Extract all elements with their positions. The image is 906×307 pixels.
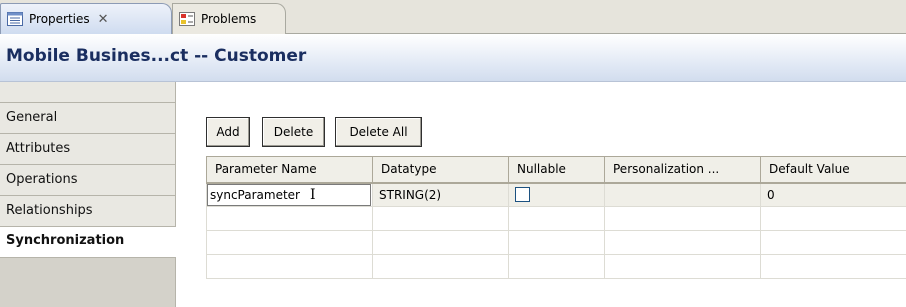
column-header-nullable[interactable]: Nullable (508, 156, 605, 184)
table-row[interactable]: syncParameter I STRING(2) 0 (206, 182, 906, 207)
nav-item-operations[interactable]: Operations (0, 164, 176, 195)
sync-parameters-table: Parameter Name Datatype Nullable Persona… (206, 156, 906, 283)
empty-cell[interactable] (372, 230, 509, 255)
parameter-name-cell[interactable]: syncParameter I (206, 182, 373, 207)
nav-item-label: Relationships (6, 203, 93, 218)
text-cursor-icon: I (310, 186, 316, 203)
properties-view-icon (7, 12, 23, 26)
nav-item-synchronization[interactable]: Synchronization (0, 226, 176, 257)
empty-cell[interactable] (604, 230, 761, 255)
nav-empty-area (0, 257, 176, 307)
nav-item-attributes[interactable]: Attributes (0, 133, 176, 164)
nav-item-label: Operations (6, 172, 78, 187)
default-value-cell[interactable]: 0 (760, 182, 906, 207)
nav-item-relationships[interactable]: Relationships (0, 195, 176, 226)
empty-cell[interactable] (372, 206, 509, 231)
nav-item-general[interactable]: General (0, 102, 176, 133)
table-row[interactable] (206, 230, 906, 255)
parameter-name-value: syncParameter (210, 187, 300, 202)
empty-cell[interactable] (206, 230, 373, 255)
empty-cell[interactable] (760, 206, 906, 231)
delete-all-button[interactable]: Delete All (335, 117, 422, 147)
tab-properties[interactable]: Properties ✕ (0, 3, 172, 34)
tab-problems[interactable]: Problems (172, 3, 286, 34)
tab-problems-label: Problems (201, 12, 257, 26)
nullable-checkbox[interactable] (515, 187, 530, 203)
table-header-row: Parameter Name Datatype Nullable Persona… (206, 156, 906, 184)
properties-sections-nav: General Attributes Operations Relationsh… (0, 82, 176, 307)
empty-cell[interactable] (508, 254, 605, 279)
nav-item-label: General (6, 110, 58, 125)
delete-button[interactable]: Delete (262, 117, 325, 147)
add-button[interactable]: Add (206, 117, 250, 147)
empty-cell[interactable] (604, 254, 761, 279)
properties-header: Mobile Busines...ct -- Customer (0, 34, 906, 82)
problems-view-icon (179, 12, 195, 26)
empty-cell[interactable] (604, 206, 761, 231)
table-row[interactable] (206, 206, 906, 231)
view-tab-strip: Properties ✕ Problems (0, 0, 906, 34)
close-icon[interactable]: ✕ (98, 12, 109, 27)
column-header-personalization[interactable]: Personalization ... (604, 156, 761, 184)
column-header-parameter-name[interactable]: Parameter Name (206, 156, 373, 184)
personalization-cell[interactable] (604, 182, 761, 207)
empty-cell[interactable] (508, 206, 605, 231)
empty-cell[interactable] (508, 230, 605, 255)
nullable-cell[interactable] (508, 182, 605, 207)
empty-cell[interactable] (206, 254, 373, 279)
datatype-cell[interactable]: STRING(2) (372, 182, 509, 207)
empty-cell[interactable] (760, 230, 906, 255)
column-header-default-value[interactable]: Default Value (760, 156, 906, 184)
tab-properties-label: Properties (29, 12, 90, 26)
table-row[interactable] (206, 254, 906, 279)
empty-cell[interactable] (206, 206, 373, 231)
page-title: Mobile Busines...ct -- Customer (6, 46, 307, 66)
nav-item-label: Attributes (6, 141, 71, 156)
nav-item-label: Synchronization (6, 233, 125, 248)
empty-cell[interactable] (760, 254, 906, 279)
empty-cell[interactable] (372, 254, 509, 279)
column-header-datatype[interactable]: Datatype (372, 156, 509, 184)
parameter-name-input[interactable]: syncParameter I (207, 183, 371, 206)
nav-spacer (0, 82, 176, 102)
